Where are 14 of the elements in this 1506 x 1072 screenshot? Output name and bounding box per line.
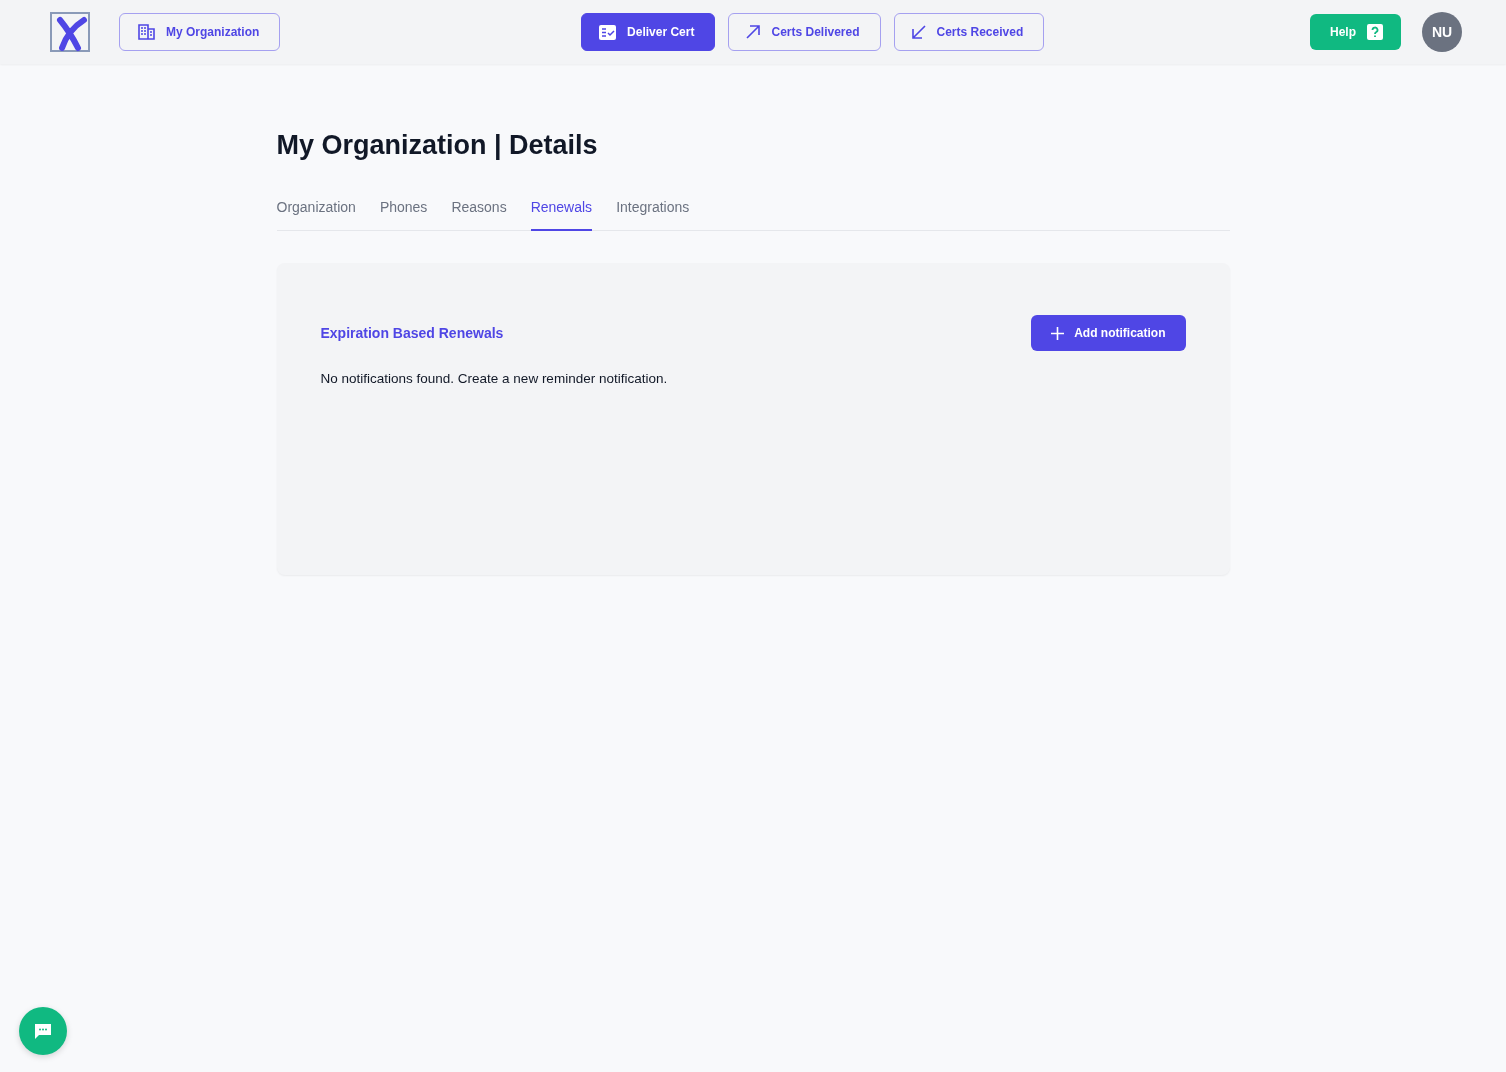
tab[interactable]: Reasons xyxy=(451,199,507,231)
nav-button[interactable]: Deliver Cert xyxy=(581,13,716,51)
add-notification-button[interactable]: Add notification xyxy=(1031,315,1186,351)
empty-message: No notifications found. Create a new reminder notification. xyxy=(320,371,669,386)
nav-button[interactable]: Certs Delivered xyxy=(728,13,881,51)
page-title: My Organization | Details xyxy=(276,130,599,161)
organization-button[interactable]: My Organization xyxy=(119,13,281,51)
tab[interactable]: Organization xyxy=(276,199,356,231)
nav-button[interactable]: Certs Received xyxy=(893,13,1045,51)
user-avatar[interactable]: NU xyxy=(1422,12,1462,52)
section-title: Expiration Based Renewals xyxy=(320,325,504,341)
tab[interactable]: Phones xyxy=(379,199,428,231)
tab[interactable]: Integrations xyxy=(616,199,690,231)
tab[interactable]: Renewals xyxy=(530,199,593,231)
